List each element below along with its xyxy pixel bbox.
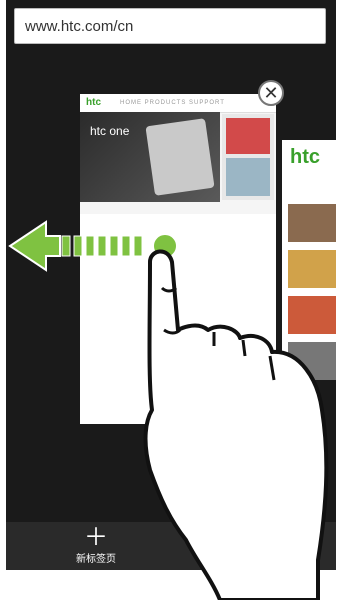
hand-gesture-icon <box>143 249 329 600</box>
